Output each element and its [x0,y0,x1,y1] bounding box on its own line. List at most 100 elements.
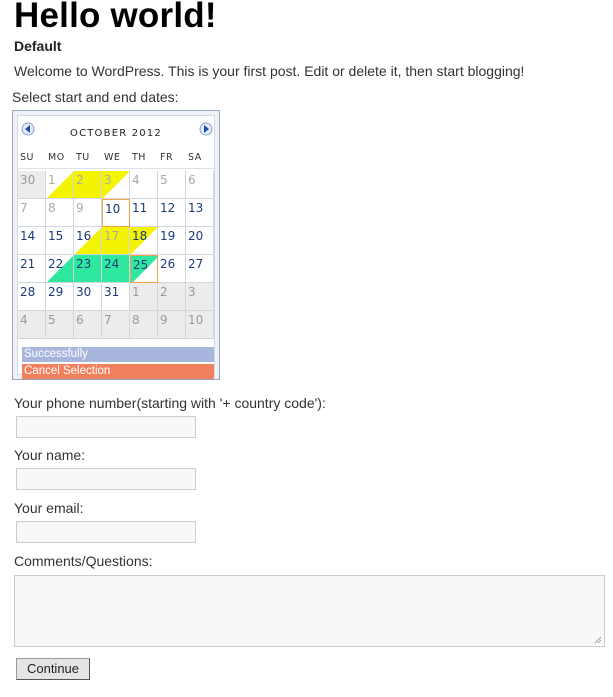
comments-label: Comments/Questions: [14,553,153,569]
calendar-day[interactable]: 1 [130,283,158,311]
calendar-day[interactable]: 20 [186,227,214,255]
calendar-day[interactable]: 9 [158,311,186,339]
phone-input[interactable] [16,416,196,438]
calendar-day[interactable]: 2 [158,283,186,311]
calendar-day-number: 8 [132,313,140,327]
calendar-day-number: 19 [160,229,176,243]
post-title: Hello world! [14,0,217,35]
cancel-selection-button[interactable]: Cancel Selection [22,364,214,379]
calendar-day[interactable]: 30 [74,283,102,311]
calendar-day[interactable]: 30 [18,171,46,199]
calendar-header: OCTOBER 2012 [18,116,214,146]
comments-textarea[interactable] [14,575,605,647]
calendar-day[interactable]: 19 [158,227,186,255]
calendar-day[interactable]: 3 [102,171,130,199]
calendar-day-number: 1 [48,173,56,187]
calendar-day-grid: 30 1 2 3 4 5 6 7 8 9 10 11 12 13 14 15 16 17 18 19 20 21 22 23 2… [18,171,214,339]
calendar-day[interactable]: 18 [130,227,158,255]
next-month-icon[interactable] [199,122,213,136]
calendar-day[interactable]: 22 [46,255,74,283]
calendar-day[interactable]: 7 [18,199,46,227]
calendar-day[interactable]: 8 [130,311,158,339]
calendar-day[interactable]: 9 [74,199,102,227]
calendar-day-number: 4 [132,173,140,187]
calendar-day-number: 10 [188,313,204,327]
calendar-day[interactable]: 26 [158,255,186,283]
calendar-day[interactable]: 25 [130,255,158,283]
calendar-day[interactable]: 4 [18,311,46,339]
calendar-day[interactable]: 11 [130,199,158,227]
calendar-day-number: 25 [133,258,149,272]
calendar-day-number: 30 [20,173,36,187]
calendar-day[interactable]: 6 [186,171,214,199]
calendar-day[interactable]: 23 [74,255,102,283]
calendar-day[interactable]: 31 [102,283,130,311]
calendar-day-number: 3 [188,285,196,299]
calendar-day-number: 9 [76,201,84,215]
calendar-day[interactable]: 14 [18,227,46,255]
continue-button[interactable]: Continue [16,658,90,680]
calendar-day[interactable]: 1 [46,171,74,199]
calendar-day[interactable]: 12 [158,199,186,227]
name-input[interactable] [16,468,196,490]
calendar-day[interactable]: 10 [102,199,130,227]
calendar-day-number: 26 [160,257,176,271]
calendar-day[interactable]: 15 [46,227,74,255]
calendar-day[interactable]: 8 [46,199,74,227]
calendar-day-number: 2 [160,285,168,299]
calendar-day[interactable]: 2 [74,171,102,199]
weekday-label: MO [48,152,65,163]
calendar-day-number: 10 [105,202,121,216]
calendar-day[interactable]: 28 [18,283,46,311]
calendar-day[interactable]: 27 [186,255,214,283]
calendar-day-number: 31 [104,285,120,299]
calendar-day[interactable]: 7 [102,311,130,339]
calendar-day-number: 30 [76,285,92,299]
weekday-label: TU [76,152,90,163]
calendar-day-number: 8 [48,201,56,215]
calendar-day-number: 12 [160,201,176,215]
email-input[interactable] [16,521,196,543]
weekday-label: FR [160,152,174,163]
calendar-day-number: 27 [188,257,204,271]
email-label: Your email: [14,500,84,516]
calendar-month-title: OCTOBER 2012 [70,128,162,139]
calendar-day-number: 5 [48,313,56,327]
calendar-day[interactable]: 24 [102,255,130,283]
calendar-day[interactable]: 21 [18,255,46,283]
calendar-day-number: 23 [76,257,92,271]
calendar-panel: OCTOBER 2012 SU MO TU WE TH FR SA 30 1 2 3 4… [17,115,215,379]
calendar-day[interactable]: 3 [186,283,214,311]
resize-handle-icon[interactable] [594,636,602,644]
weekday-label: SU [20,152,34,163]
calendar-day-number: 7 [104,313,112,327]
calendar-day-number: 4 [20,313,28,327]
calendar-day[interactable]: 10 [186,311,214,339]
calendar-day-number: 21 [20,257,36,271]
calendar-day[interactable]: 6 [74,311,102,339]
calendar-day[interactable]: 16 [74,227,102,255]
calendar-day-number: 6 [76,313,84,327]
calendar-day-number: 24 [104,257,120,271]
calendar-day[interactable]: 13 [186,199,214,227]
calendar-day-number: 11 [132,201,148,215]
calendar-day[interactable]: 5 [158,171,186,199]
calendar-day-number: 5 [160,173,168,187]
calendar-day[interactable]: 17 [102,227,130,255]
calendar-day[interactable]: 29 [46,283,74,311]
calendar-day-number: 7 [20,201,28,215]
calendar-day-number: 14 [20,229,36,243]
calendar-day[interactable]: 5 [46,311,74,339]
calendar-day-number: 18 [132,229,148,243]
calendar-day-number: 3 [104,173,112,187]
successfully-button[interactable]: Successfully [22,347,214,362]
calendar-day-number: 22 [48,257,64,271]
calendar-day-number: 6 [188,173,196,187]
calendar-day-number: 29 [48,285,64,299]
calendar-day-number: 16 [76,229,92,243]
calendar-day-number: 2 [76,173,84,187]
weekday-divider [18,168,214,169]
calendar-day[interactable]: 4 [130,171,158,199]
post-intro: Welcome to WordPress. This is your first… [14,63,525,79]
name-label: Your name: [14,447,86,463]
